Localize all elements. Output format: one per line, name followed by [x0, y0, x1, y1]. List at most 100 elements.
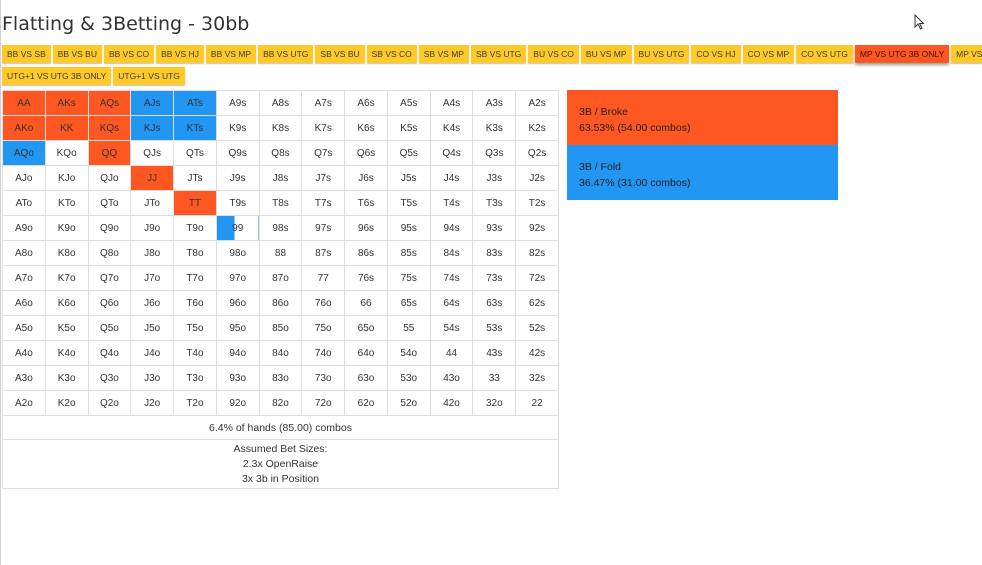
tab-co-vs-mp[interactable]: CO VS MP — [742, 45, 795, 63]
hand-cell-q7o: Q7o — [87, 265, 132, 291]
tab-bb-vs-bu[interactable]: BB VS BU — [52, 45, 102, 63]
hand-cell-q3s: Q3s — [472, 140, 517, 166]
tab-sb-vs-co[interactable]: SB VS CO — [366, 45, 417, 63]
hand-cell-a6o: A6o — [2, 290, 46, 316]
hand-cell-84s: 84s — [429, 240, 474, 266]
hand-cell-44: 44 — [429, 340, 474, 366]
tab-bu-vs-co[interactable]: BU VS CO — [528, 45, 579, 63]
hand-cell-t5o: T5o — [173, 315, 217, 341]
mouse-cursor-icon — [914, 14, 924, 30]
hand-cell-94s: 94s — [429, 215, 474, 241]
hand-cell-65o: 65o — [344, 315, 388, 341]
hand-cell-32s: 32s — [515, 365, 559, 391]
hand-cell-k2o: K2o — [44, 390, 89, 416]
tab-co-vs-utg[interactable]: CO VS UTG — [796, 45, 853, 63]
hand-cell-a4s: A4s — [429, 90, 474, 116]
hand-cell-52o: 52o — [386, 390, 431, 416]
hand-cell-75o: 75o — [301, 315, 346, 341]
tab-bu-vs-mp[interactable]: BU VS MP — [580, 45, 632, 63]
hand-cell-54o: 54o — [386, 340, 431, 366]
hand-cell-k8o: K8o — [44, 240, 89, 266]
tab-sb-vs-mp[interactable]: SB VS MP — [418, 45, 469, 63]
hand-cell-a5s: A5s — [386, 90, 431, 116]
hand-cell-86o: 86o — [258, 290, 303, 316]
tab-mp-vs-utg[interactable]: MP VS UTG — [951, 45, 982, 63]
hand-cell-92s: 92s — [515, 215, 559, 241]
tab-sb-vs-utg[interactable]: SB VS UTG — [470, 45, 527, 63]
hand-cell-62o: 62o — [344, 390, 388, 416]
hand-cell-a8s: A8s — [258, 90, 303, 116]
hand-cell-t4s: T4s — [429, 190, 474, 216]
hand-cell-qjs: QJs — [130, 140, 175, 166]
hand-cell-t2o: T2o — [173, 390, 217, 416]
hand-cell-q5s: Q5s — [386, 140, 431, 166]
hand-cell-93o: 93o — [215, 365, 260, 391]
hand-cell-t5s: T5s — [386, 190, 431, 216]
tab-mp-vs-utg-3b-only[interactable]: MP VS UTG 3B ONLY — [854, 45, 950, 63]
hand-cell-83o: 83o — [258, 365, 303, 391]
hand-cell-a2s: A2s — [515, 90, 559, 116]
tab-bb-vs-utg[interactable]: BB VS UTG — [258, 45, 314, 63]
hand-cell-74o: 74o — [301, 340, 346, 366]
grid-row: AKo KK KQs KJs KTs K9s K8s K7s K6s K5s K4s K3s K2s — [2, 115, 559, 141]
hand-cell-j7o: J7o — [130, 265, 175, 291]
hand-cell-a9o: A9o — [2, 215, 46, 241]
legend-label: 3B / Fold — [579, 161, 622, 173]
hand-cell-q9s: Q9s — [215, 140, 260, 166]
grid-row: A5o K5o Q5o J5o T5o 95o 85o 75o 65o 55 54s 53s 52s — [2, 315, 559, 341]
grid-row: A7o K7o Q7o J7o T7o 97o 87o 77 76s 75s 74s 73s 72s — [2, 265, 559, 291]
hand-cell-55: 55 — [386, 315, 431, 341]
hand-cell-t9s: T9s — [215, 190, 260, 216]
hand-cell-75s: 75s — [386, 265, 431, 291]
hand-cell-jts: JTs — [173, 165, 217, 191]
hand-cell-j3o: J3o — [130, 365, 175, 391]
grid-row: AA AKs AQs AJs ATs A9s A8s A7s A6s A5s A4s A3s A2s — [2, 90, 559, 116]
hand-cell-q3o: Q3o — [87, 365, 132, 391]
hand-cell-95s: 95s — [386, 215, 431, 241]
hand-cell-q8s: Q8s — [258, 140, 303, 166]
hand-cell-93s: 93s — [472, 215, 517, 241]
hand-cell-kjo: KJo — [44, 165, 89, 191]
hand-cell-73s: 73s — [472, 265, 517, 291]
grid-row: A6o K6o Q6o J6o T6o 96o 86o 76o 66 65s 64s 63s 62s — [2, 290, 559, 316]
hand-cell-96s: 96s — [344, 215, 388, 241]
hand-cell-t9o: T9o — [173, 215, 217, 241]
hand-cell-87o: 87o — [258, 265, 303, 291]
tab-utgplus1-vs-utg[interactable]: UTG+1 VS UTG — [113, 67, 185, 85]
hand-cell-98s: 98s — [258, 215, 303, 241]
hand-cell-66: 66 — [344, 290, 388, 316]
hand-cell-j6s: J6s — [344, 165, 388, 191]
hand-cell-k4s: K4s — [429, 115, 474, 141]
hand-cell-62s: 62s — [515, 290, 559, 316]
hand-cell-22: 22 — [515, 390, 559, 416]
tab-bb-vs-co[interactable]: BB VS CO — [103, 45, 155, 63]
hand-cell-qjo: QJo — [87, 165, 132, 191]
hand-cell-q2o: Q2o — [87, 390, 132, 416]
hand-cell-j9s: J9s — [215, 165, 260, 191]
hand-cell-52s: 52s — [515, 315, 559, 341]
hand-cell-a3o: A3o — [2, 365, 46, 391]
hand-cell-a2o: A2o — [2, 390, 46, 416]
tab-utgplus1-vs-utg-3b-only[interactable]: UTG+1 VS UTG 3B ONLY — [2, 67, 112, 85]
grid-row: A2o K2o Q2o J2o T2o 92o 82o 72o 62o 52o 42o 32o 22 — [2, 390, 559, 416]
hand-cell-kk: KK — [44, 115, 89, 141]
tab-sb-vs-bu[interactable]: SB VS BU — [315, 45, 365, 63]
legend-label: 3B / Broke — [579, 106, 629, 118]
hand-cell-t7o: T7o — [173, 265, 217, 291]
hand-cell-j9o: J9o — [130, 215, 175, 241]
range-summary: 6.4% of hands (85.00) combos — [2, 415, 559, 440]
window-edge — [0, 0, 1, 565]
hand-cell-74s: 74s — [429, 265, 474, 291]
tab-bb-vs-hj[interactable]: BB VS HJ — [156, 45, 204, 63]
tab-bb-vs-sb[interactable]: BB VS SB — [2, 45, 51, 63]
hand-cell-a8o: A8o — [2, 240, 46, 266]
hand-cell-q6s: Q6s — [344, 140, 388, 166]
hand-cell-98o: 98o — [215, 240, 260, 266]
tab-bu-vs-utg[interactable]: BU VS UTG — [633, 45, 690, 63]
hand-cell-t8s: T8s — [258, 190, 303, 216]
grid-row: AQo KQo QQ QJs QTs Q9s Q8s Q7s Q6s Q5s Q4s Q3s Q2s — [2, 140, 559, 166]
hand-cell-a5o: A5o — [2, 315, 46, 341]
hand-cell-t2s: T2s — [515, 190, 559, 216]
tab-bb-vs-mp[interactable]: BB VS MP — [205, 45, 257, 63]
tab-co-vs-hj[interactable]: CO VS HJ — [691, 45, 741, 63]
